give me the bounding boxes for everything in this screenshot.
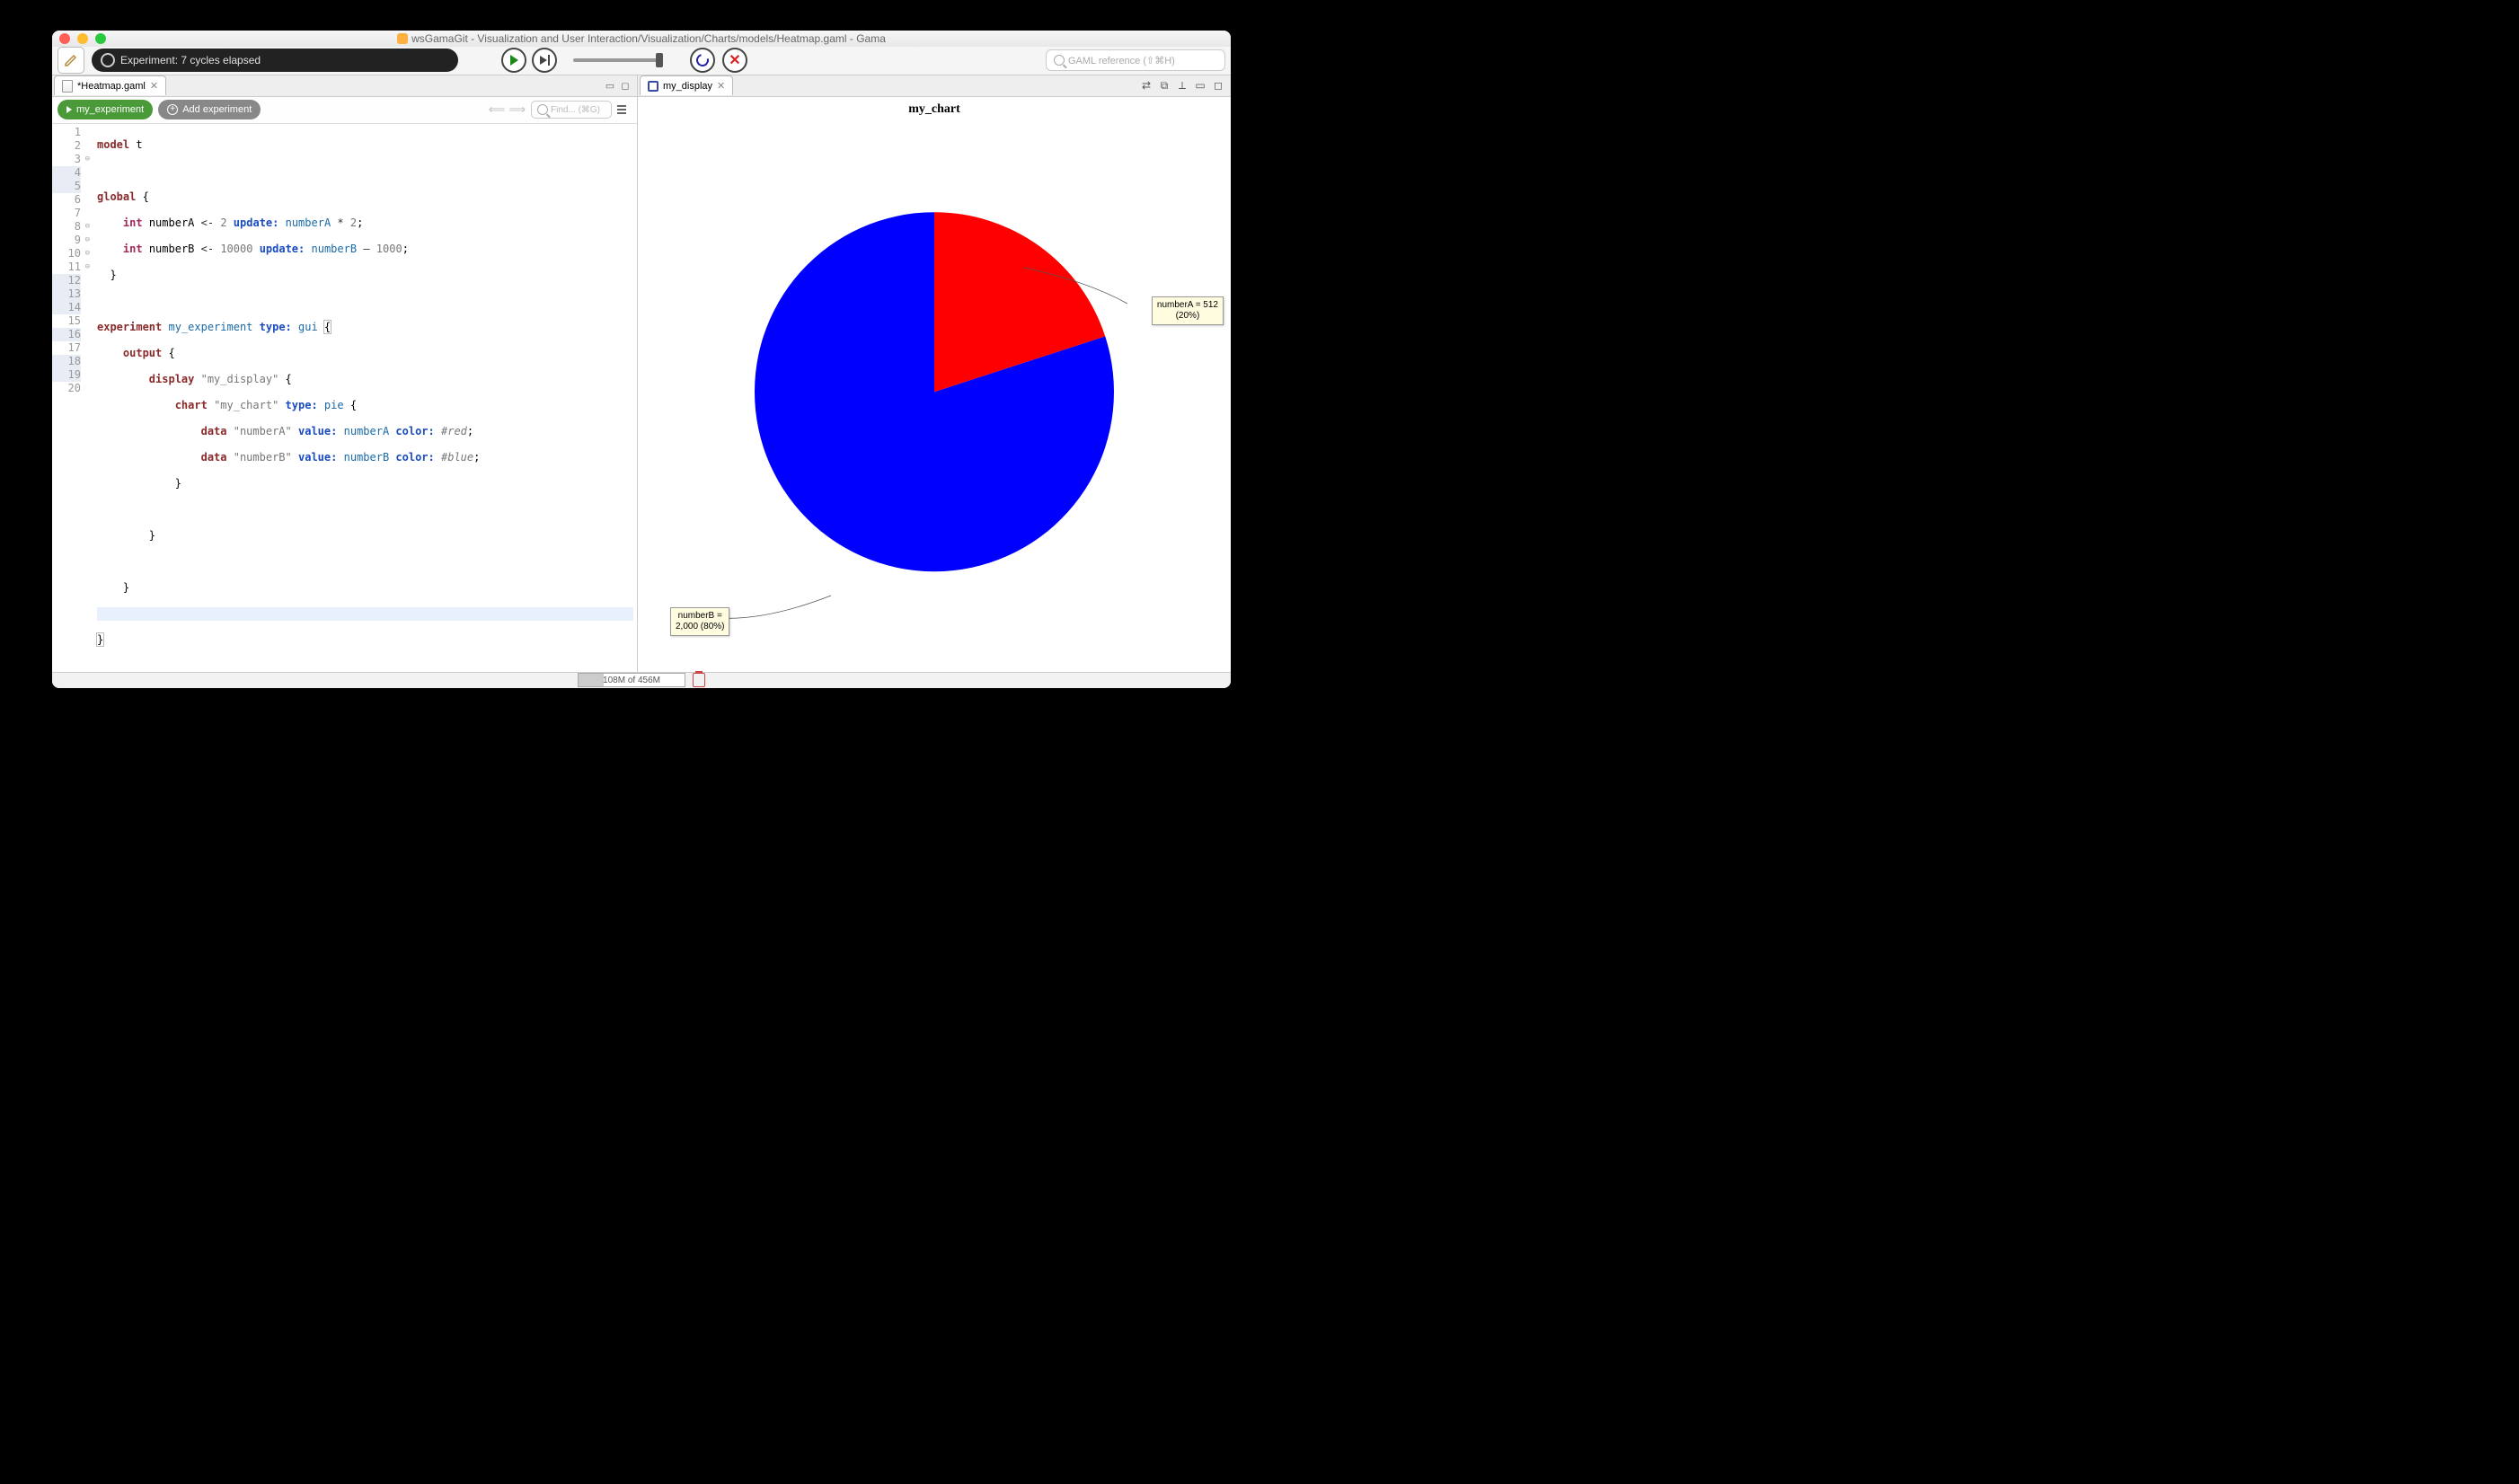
clock-icon — [101, 53, 115, 67]
maximize-pane-button[interactable]: ◻ — [619, 79, 632, 92]
editor-pane: *Heatmap.gaml ✕ ▭ ◻ my_experiment + Add … — [52, 75, 638, 672]
maximize-pane-button[interactable]: ◻ — [1211, 78, 1225, 93]
history-nav: ⟸ ⟹ — [489, 102, 526, 117]
search-icon — [537, 104, 548, 115]
zoom-button[interactable]: ⟂ — [1175, 78, 1189, 93]
line-gutter: 1 2 3 4 5 6 7 8 9 10 11 12 13 14 15 16 1 — [52, 124, 84, 672]
minimize-pane-button[interactable]: ▭ — [1193, 78, 1207, 93]
run-experiment-label: my_experiment — [76, 104, 144, 115]
minimize-pane-button[interactable]: ▭ — [604, 79, 616, 92]
memory-indicator[interactable]: 108M of 456M — [578, 673, 685, 687]
search-placeholder: GAML reference (⇧⌘H) — [1068, 55, 1175, 66]
minimize-window-button[interactable] — [77, 33, 88, 44]
step-icon — [540, 56, 547, 65]
code-editor[interactable]: 1 2 3 4 5 6 7 8 9 10 11 12 13 14 15 16 1 — [52, 124, 637, 672]
step-button[interactable] — [532, 48, 557, 73]
gc-button[interactable] — [693, 673, 705, 687]
code-content[interactable]: model t global { int numberA <- 2 update… — [84, 124, 637, 672]
pencil-icon — [64, 53, 78, 67]
display-icon — [648, 81, 658, 92]
app-icon — [397, 33, 408, 44]
callout-numberB: numberB = 2,000 (80%) — [670, 607, 729, 636]
back-button[interactable]: ⟸ — [489, 102, 506, 117]
outline-button[interactable] — [617, 102, 632, 117]
stop-button[interactable]: ✕ — [722, 48, 747, 73]
editor-tab-label: *Heatmap.gaml — [77, 81, 146, 92]
add-experiment-label: Add experiment — [182, 104, 252, 115]
simulation-controls — [501, 48, 557, 73]
play-icon — [510, 55, 518, 66]
close-tab-button[interactable]: ✕ — [717, 80, 725, 92]
editor-tab-heatmap[interactable]: *Heatmap.gaml ✕ — [54, 75, 166, 95]
display-tab-label: my_display — [663, 81, 712, 92]
maximize-window-button[interactable] — [95, 33, 106, 44]
close-tab-button[interactable]: ✕ — [150, 80, 158, 92]
callout-numberA: numberA = 512 (20%) — [1152, 296, 1224, 325]
editor-toolbar: my_experiment + Add experiment ⟸ ⟹ Find.… — [52, 97, 637, 124]
workspace: *Heatmap.gaml ✕ ▭ ◻ my_experiment + Add … — [52, 75, 1231, 672]
play-button[interactable] — [501, 48, 526, 73]
run-experiment-button[interactable]: my_experiment — [57, 100, 153, 119]
main-toolbar: Experiment: 7 cycles elapsed ✕ GAML refe… — [52, 47, 1231, 75]
display-tab[interactable]: my_display ✕ — [640, 75, 733, 95]
memory-text: 108M of 456M — [603, 676, 660, 685]
close-window-button[interactable] — [59, 33, 70, 44]
display-pane: my_display ✕ ⇄ ⧉ ⟂ ▭ ◻ my_chart — [638, 75, 1231, 672]
x-icon: ✕ — [729, 51, 740, 69]
play-icon — [66, 106, 72, 113]
slider-knob[interactable] — [656, 53, 663, 67]
titlebar[interactable]: wsGamaGit - Visualization and User Inter… — [52, 31, 1231, 47]
chart-area[interactable]: my_chart numberA = 512 (20%) numberB = — [638, 97, 1231, 672]
experiment-status-pill[interactable]: Experiment: 7 cycles elapsed — [92, 49, 458, 72]
pane-window-controls: ▭ ◻ — [604, 79, 635, 92]
find-input[interactable]: Find... (⌘G) — [531, 101, 612, 119]
reload-icon — [694, 52, 711, 69]
experiment-status-text: Experiment: 7 cycles elapsed — [120, 54, 261, 66]
plus-icon: + — [167, 104, 178, 115]
search-icon — [1054, 55, 1065, 66]
reload-button[interactable] — [690, 48, 715, 73]
file-icon — [62, 80, 73, 93]
snapshot-button[interactable]: ⧉ — [1157, 78, 1171, 93]
display-tabstrip: my_display ✕ ⇄ ⧉ ⟂ ▭ ◻ — [638, 75, 1231, 97]
forward-button[interactable]: ⟹ — [508, 102, 526, 117]
reference-search-input[interactable]: GAML reference (⇧⌘H) — [1046, 49, 1225, 71]
edit-mode-button[interactable] — [57, 47, 84, 74]
chart-title: my_chart — [638, 97, 1231, 117]
window-controls — [59, 33, 106, 44]
editor-tabstrip: *Heatmap.gaml ✕ ▭ ◻ — [52, 75, 637, 97]
status-bar: 108M of 456M — [52, 672, 1231, 688]
app-window: wsGamaGit - Visualization and User Inter… — [52, 31, 1231, 688]
speed-slider[interactable] — [573, 58, 663, 62]
pie-chart — [750, 208, 1118, 576]
add-experiment-button[interactable]: + Add experiment — [158, 100, 261, 119]
window-title: wsGamaGit - Visualization and User Inter… — [52, 32, 1231, 45]
sync-button[interactable]: ⇄ — [1139, 78, 1153, 93]
